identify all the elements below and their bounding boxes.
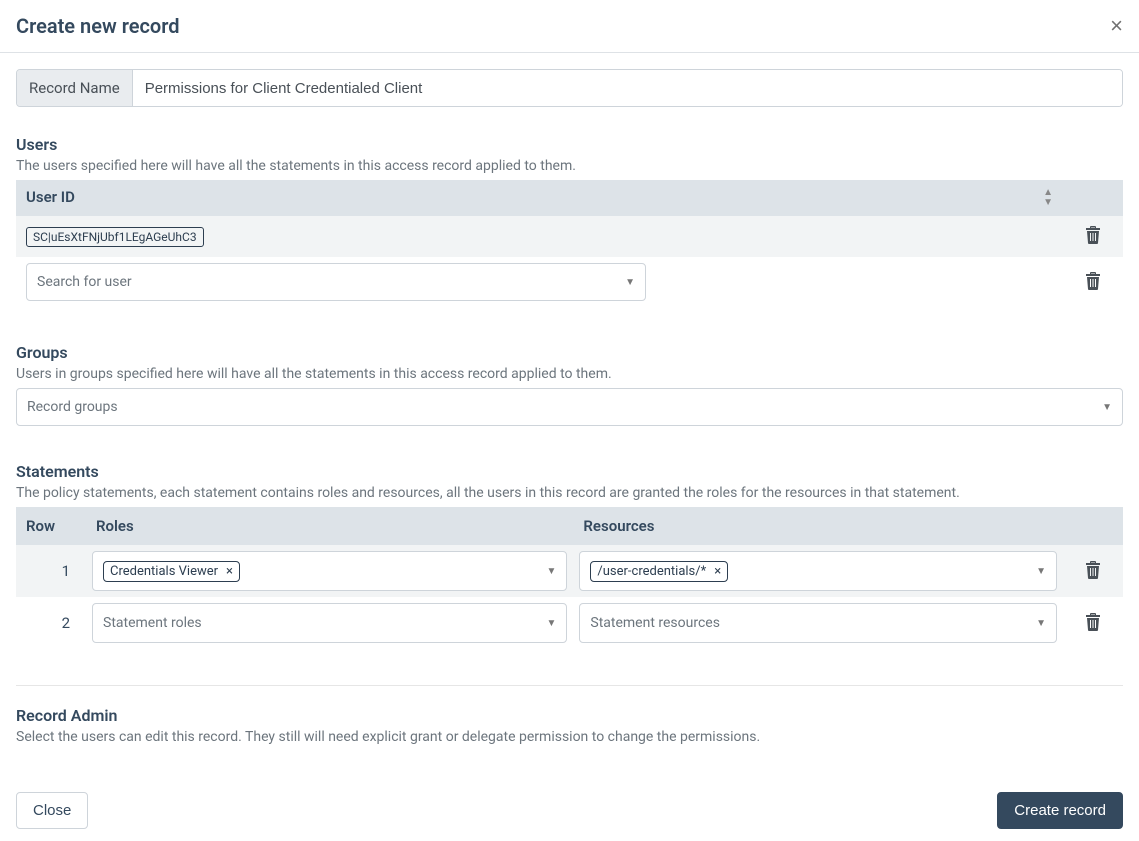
role-tag[interactable]: Credentials Viewer × bbox=[103, 561, 240, 582]
users-table: User ID ▲▼ SC|uEsXtFNjUbf1LEgAGeUhC3 bbox=[16, 180, 1123, 307]
statements-table: Row Roles Resources 1 Crede bbox=[16, 507, 1123, 649]
user-row: SC|uEsXtFNjUbf1LEgAGeUhC3 bbox=[16, 216, 1123, 257]
resources-select[interactable]: Statement resources ▼ bbox=[579, 603, 1057, 643]
chevron-down-icon: ▼ bbox=[1036, 618, 1046, 629]
stmt-col-row: Row bbox=[16, 507, 86, 545]
modal-title: Create new record bbox=[16, 14, 180, 38]
user-search-placeholder: Search for user bbox=[37, 274, 132, 290]
user-id-chip[interactable]: SC|uEsXtFNjUbf1LEgAGeUhC3 bbox=[26, 227, 204, 247]
stmt-col-roles: Roles bbox=[86, 507, 573, 545]
users-col-actions bbox=[1063, 180, 1123, 216]
sort-icon[interactable]: ▲▼ bbox=[1043, 188, 1053, 208]
users-col-userid[interactable]: User ID ▲▼ bbox=[16, 180, 1063, 216]
divider bbox=[16, 685, 1123, 686]
statements-desc: The policy statements, each statement co… bbox=[16, 485, 1123, 501]
record-name-input[interactable] bbox=[133, 70, 1122, 106]
modal-header: Create new record × bbox=[0, 0, 1139, 53]
stmt-col-resources: Resources bbox=[573, 507, 1063, 545]
chevron-down-icon: ▼ bbox=[1102, 402, 1112, 413]
record-admin-desc: Select the users can edit this record. T… bbox=[16, 729, 1123, 745]
delete-statement-button[interactable] bbox=[1081, 557, 1105, 586]
chevron-down-icon: ▼ bbox=[625, 277, 635, 288]
users-section: Users The users specified here will have… bbox=[16, 135, 1123, 307]
record-name-label: Record Name bbox=[17, 70, 133, 106]
roles-select[interactable]: Credentials Viewer × ▼ bbox=[92, 551, 567, 591]
stmt-row-num: 1 bbox=[16, 545, 86, 597]
statements-section: Statements The policy statements, each s… bbox=[16, 462, 1123, 649]
delete-statement-button[interactable] bbox=[1081, 609, 1105, 638]
groups-desc: Users in groups specified here will have… bbox=[16, 366, 1123, 382]
resources-placeholder: Statement resources bbox=[590, 615, 720, 631]
users-col-userid-label: User ID bbox=[26, 188, 75, 206]
groups-section: Groups Users in groups specified here wi… bbox=[16, 343, 1123, 426]
stmt-row-num: 2 bbox=[16, 597, 86, 649]
roles-select[interactable]: Statement roles ▼ bbox=[92, 603, 567, 643]
stmt-col-actions bbox=[1063, 507, 1123, 545]
groups-placeholder: Record groups bbox=[27, 399, 118, 415]
users-title: Users bbox=[16, 135, 1123, 154]
roles-placeholder: Statement roles bbox=[103, 615, 202, 631]
record-admin-title: Record Admin bbox=[16, 706, 1123, 725]
statement-row: 2 Statement roles ▼ bbox=[16, 597, 1123, 649]
record-name-group: Record Name bbox=[16, 69, 1123, 107]
chevron-down-icon: ▼ bbox=[546, 566, 556, 577]
trash-icon bbox=[1085, 567, 1101, 582]
statement-row: 1 Credentials Viewer × ▼ bbox=[16, 545, 1123, 597]
close-icon[interactable]: × bbox=[1110, 15, 1123, 37]
chevron-down-icon: ▼ bbox=[1036, 566, 1046, 577]
statements-title: Statements bbox=[16, 462, 1123, 481]
delete-user-row-button[interactable] bbox=[1081, 268, 1105, 297]
trash-icon bbox=[1085, 619, 1101, 634]
resources-select[interactable]: /user-credentials/* × ▼ bbox=[579, 551, 1057, 591]
remove-tag-icon[interactable]: × bbox=[226, 564, 233, 579]
record-admin-section: Record Admin Select the users can edit t… bbox=[16, 706, 1123, 745]
delete-user-button[interactable] bbox=[1081, 222, 1105, 251]
close-button[interactable]: Close bbox=[16, 792, 88, 829]
trash-icon bbox=[1085, 278, 1101, 293]
resource-tag[interactable]: /user-credentials/* × bbox=[590, 561, 728, 582]
user-search-select[interactable]: Search for user ▼ bbox=[26, 263, 646, 301]
remove-tag-icon[interactable]: × bbox=[714, 564, 721, 579]
groups-select[interactable]: Record groups ▼ bbox=[16, 388, 1123, 426]
resource-tag-label: /user-credentials/* bbox=[597, 564, 706, 579]
modal-footer: Close Create record bbox=[0, 780, 1139, 841]
modal-body[interactable]: Record Name Users The users specified he… bbox=[0, 53, 1139, 780]
create-record-button[interactable]: Create record bbox=[997, 792, 1123, 829]
user-search-row: Search for user ▼ bbox=[16, 257, 1123, 307]
users-desc: The users specified here will have all t… bbox=[16, 158, 1123, 174]
groups-title: Groups bbox=[16, 343, 1123, 362]
chevron-down-icon: ▼ bbox=[546, 618, 556, 629]
create-record-modal: Create new record × Record Name Users Th… bbox=[0, 0, 1139, 841]
trash-icon bbox=[1085, 232, 1101, 247]
role-tag-label: Credentials Viewer bbox=[110, 564, 218, 579]
